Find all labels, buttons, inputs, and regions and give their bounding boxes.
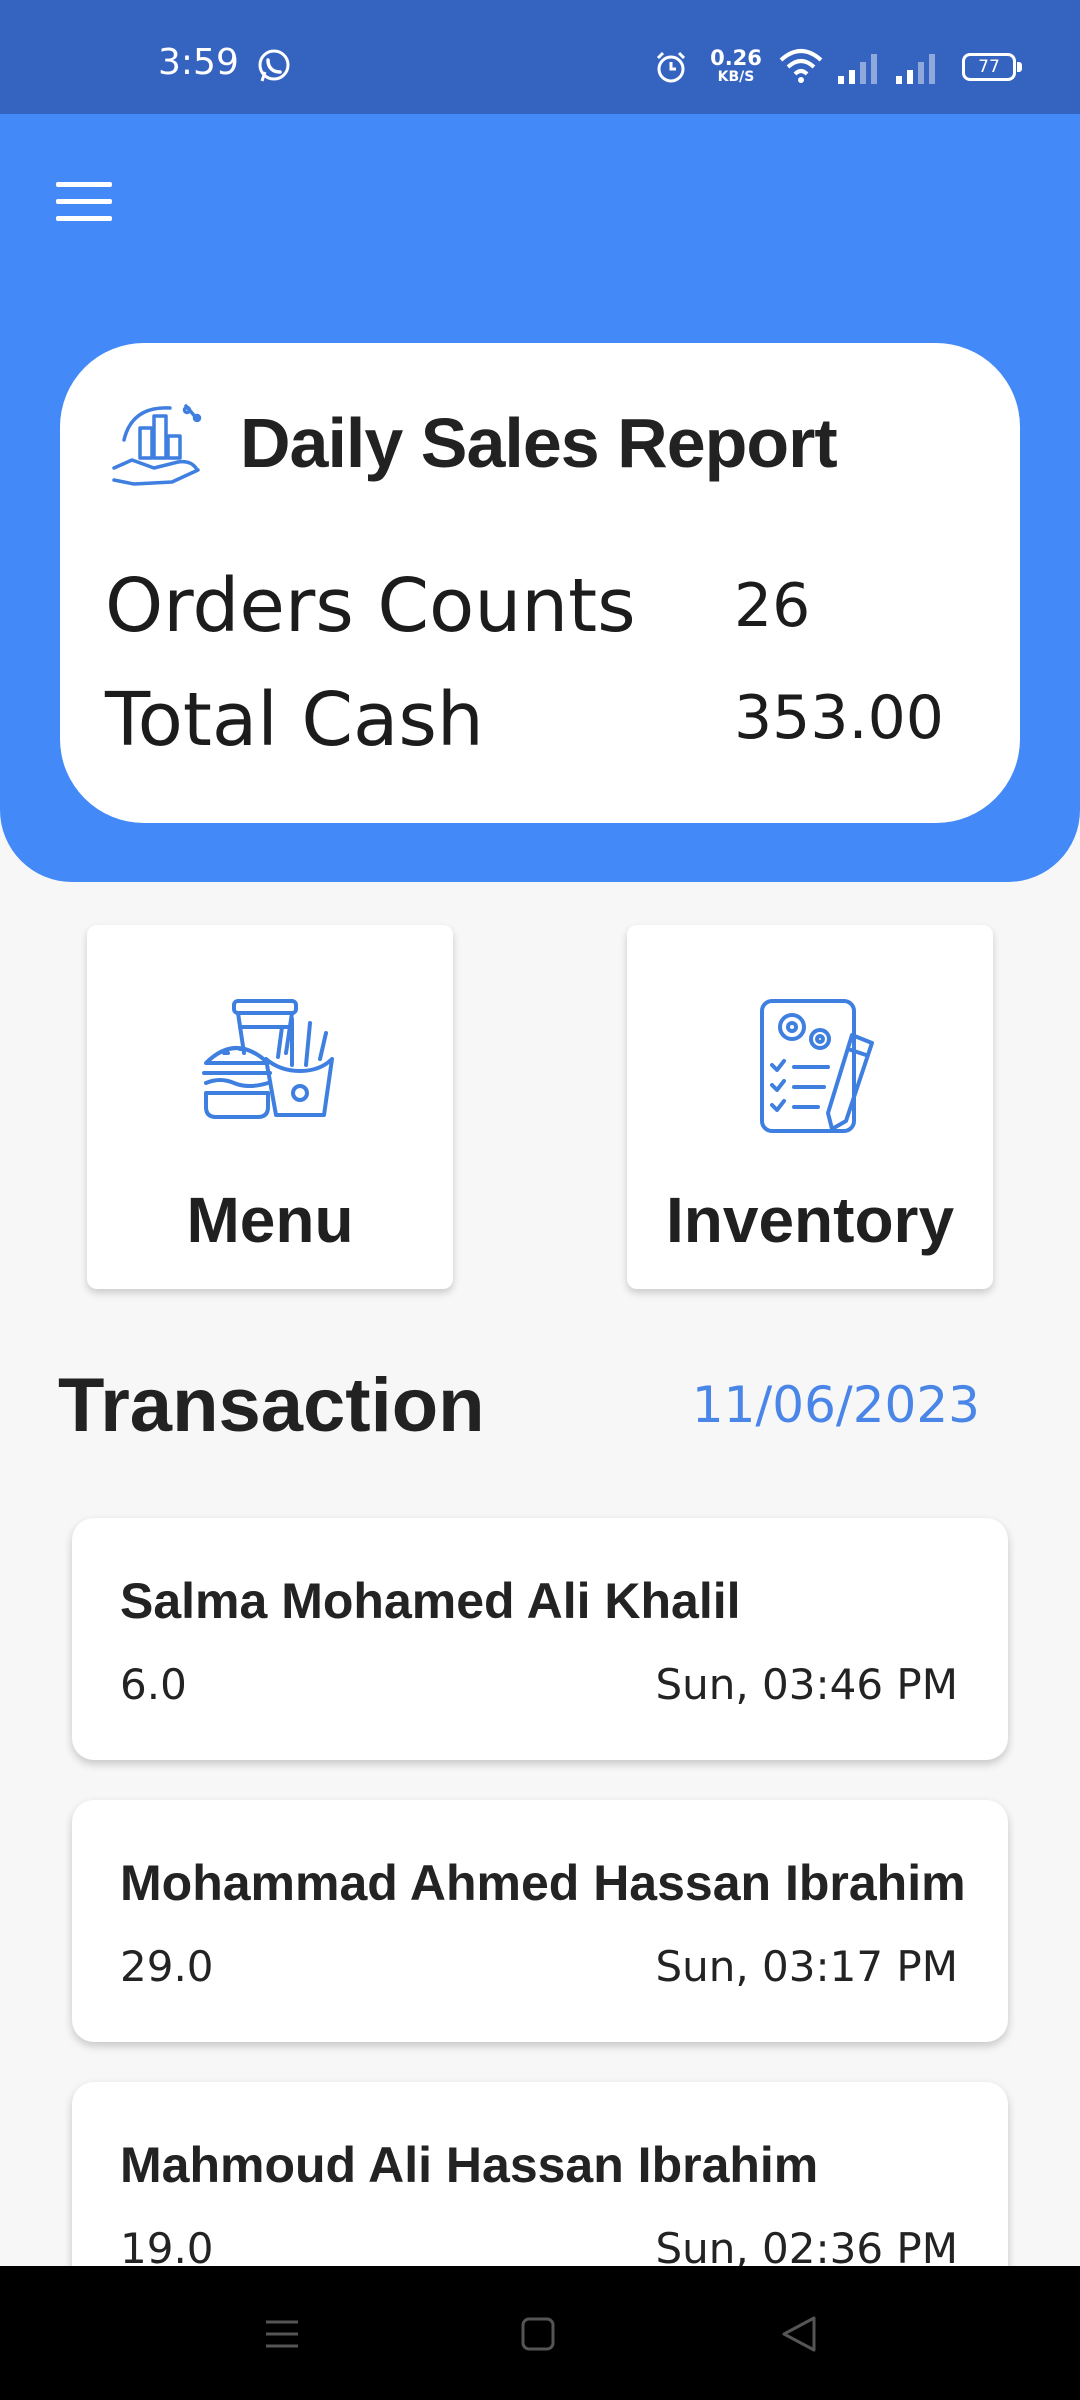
inventory-tile[interactable]: Inventory — [627, 925, 993, 1289]
inventory-checklist-icon — [760, 999, 874, 1133]
sales-report-icon — [112, 404, 202, 486]
back-icon[interactable] — [770, 2310, 830, 2358]
menu-label: Menu — [186, 1184, 354, 1256]
recent-apps-icon[interactable] — [252, 2310, 312, 2358]
status-time: 3:59 — [158, 42, 239, 83]
system-navigation-bar — [0, 2266, 1080, 2400]
transaction-date[interactable]: 11/06/2023 — [692, 1376, 980, 1434]
report-title: Daily Sales Report — [240, 404, 838, 482]
inventory-label: Inventory — [665, 1184, 955, 1256]
transaction-customer-name: Mohammad Ahmed Hassan Ibrahim — [120, 1855, 966, 1911]
alarm-icon — [656, 51, 686, 83]
transaction-amount: 29.0 — [120, 1942, 214, 1991]
network-speed: 0.26 KB/S — [710, 46, 762, 85]
wifi-icon — [779, 49, 823, 83]
transaction-customer-name: Mahmoud Ali Hassan Ibrahim — [120, 2137, 819, 2193]
total-cash-label: Total Cash — [105, 677, 484, 763]
daily-sales-report-card: Daily Sales Report Orders Counts 26 Tota… — [60, 343, 1020, 823]
home-icon[interactable] — [508, 2310, 568, 2358]
transaction-time: Sun, 03:46 PM — [655, 1660, 958, 1709]
signal-icon — [896, 54, 935, 84]
status-bar: 3:59 0.26 KB/S 77 — [0, 0, 1080, 114]
whatsapp-icon — [258, 49, 290, 82]
orders-count-value: 26 — [734, 571, 811, 641]
transaction-card[interactable]: Salma Mohamed Ali Khalil 6.0 Sun, 03:46 … — [72, 1518, 1008, 1760]
transaction-card[interactable]: Mohammad Ahmed Hassan Ibrahim 29.0 Sun, … — [72, 1800, 1008, 2042]
transaction-amount: 6.0 — [120, 1660, 187, 1709]
signal-icon — [838, 54, 877, 84]
transaction-time: Sun, 03:17 PM — [655, 1942, 958, 1991]
orders-count-label: Orders Counts — [105, 563, 636, 649]
transaction-title: Transaction — [58, 1363, 485, 1448]
battery-icon: 77 — [962, 53, 1022, 81]
fast-food-icon — [202, 999, 334, 1119]
total-cash-value: 353.00 — [734, 683, 944, 753]
transaction-customer-name: Salma Mohamed Ali Khalil — [120, 1573, 741, 1629]
menu-tile[interactable]: Menu — [87, 925, 453, 1289]
hamburger-menu-icon[interactable] — [56, 182, 112, 222]
